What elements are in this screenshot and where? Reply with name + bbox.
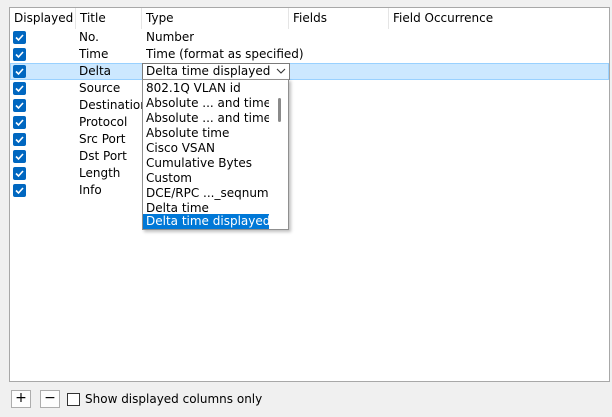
displayed-checkbox[interactable] (13, 133, 26, 146)
checkmark-icon (15, 51, 24, 59)
dropdown-option[interactable]: 802.1Q VLAN id (143, 81, 269, 96)
header-displayed[interactable]: Displayed (10, 8, 76, 29)
displayed-checkbox[interactable] (13, 99, 26, 112)
dropdown-scrollbar[interactable] (271, 80, 288, 229)
dropdown-option[interactable]: Absolute ... and time (143, 96, 269, 111)
displayed-checkbox[interactable] (13, 116, 26, 129)
table-row[interactable]: No. Number (10, 29, 609, 46)
remove-column-button[interactable]: − (40, 390, 60, 408)
row-title: No. (79, 30, 99, 44)
table-row[interactable]: Time Time (format as specified) (10, 46, 609, 63)
displayed-checkbox[interactable] (13, 31, 26, 44)
table-row-selected[interactable]: Delta Delta time displayed (10, 63, 609, 80)
row-title: Time (79, 47, 109, 61)
dropdown-option[interactable]: DCE/RPC ..._seqnum) (143, 186, 269, 201)
scrollbar-thumb[interactable] (278, 98, 281, 122)
row-title: Destination (79, 98, 148, 112)
row-title: Dst Port (79, 149, 127, 163)
show-displayed-only-label[interactable]: Show displayed columns only (85, 391, 262, 408)
dropdown-option[interactable]: Absolute time (143, 126, 269, 141)
checkmark-icon (15, 102, 24, 110)
checkmark-icon (15, 187, 24, 195)
row-title: Src Port (79, 132, 126, 146)
table-row[interactable]: Source (10, 80, 609, 97)
displayed-checkbox[interactable] (13, 150, 26, 163)
header-title[interactable]: Title (76, 8, 142, 29)
type-dropdown-list[interactable]: 802.1Q VLAN id Absolute ... and time Abs… (142, 79, 289, 230)
dropdown-option[interactable]: Cisco VSAN (143, 141, 269, 156)
show-displayed-only-checkbox[interactable] (67, 393, 80, 406)
row-title: Protocol (79, 115, 128, 129)
table-row[interactable]: Length (10, 165, 609, 182)
dropdown-option[interactable]: Cumulative Bytes (143, 156, 269, 171)
checkmark-icon (15, 170, 24, 178)
checkmark-icon (15, 34, 24, 42)
row-title: Length (79, 166, 121, 180)
table-header: Displayed Title Type Fields Field Occurr… (10, 8, 609, 29)
dropdown-option[interactable]: Custom (143, 171, 269, 186)
header-field-occurrence[interactable]: Field Occurrence (389, 8, 609, 29)
displayed-checkbox[interactable] (13, 184, 26, 197)
checkmark-icon (15, 119, 24, 127)
dropdown-option-highlighted[interactable]: Delta time displayed (143, 214, 269, 229)
row-title: Delta (79, 64, 112, 78)
table-row[interactable]: Info (10, 182, 609, 199)
columns-table: Displayed Title Type Fields Field Occurr… (9, 7, 610, 382)
checkmark-icon (15, 85, 24, 93)
header-fields[interactable]: Fields (289, 8, 389, 29)
displayed-checkbox[interactable] (13, 65, 26, 78)
row-title: Source (79, 81, 121, 95)
add-column-button[interactable]: + (11, 390, 31, 408)
checkmark-icon (15, 136, 24, 144)
row-type: Time (format as specified) (146, 47, 304, 61)
checkmark-icon (15, 68, 24, 76)
dropdown-option[interactable]: Absolute ... and time (143, 111, 269, 126)
table-row[interactable]: Destination (10, 97, 609, 114)
table-row[interactable]: Protocol (10, 114, 609, 131)
displayed-checkbox[interactable] (13, 48, 26, 61)
row-title: Info (79, 183, 102, 197)
table-row[interactable]: Src Port (10, 131, 609, 148)
chevron-down-icon[interactable] (276, 67, 286, 75)
displayed-checkbox[interactable] (13, 167, 26, 180)
header-type[interactable]: Type (142, 8, 289, 29)
displayed-checkbox[interactable] (13, 82, 26, 95)
type-combobox[interactable]: Delta time displayed (142, 63, 290, 80)
type-combobox-value: Delta time displayed (146, 64, 271, 78)
checkmark-icon (15, 153, 24, 161)
table-row[interactable]: Dst Port (10, 148, 609, 165)
row-type: Number (146, 30, 195, 44)
